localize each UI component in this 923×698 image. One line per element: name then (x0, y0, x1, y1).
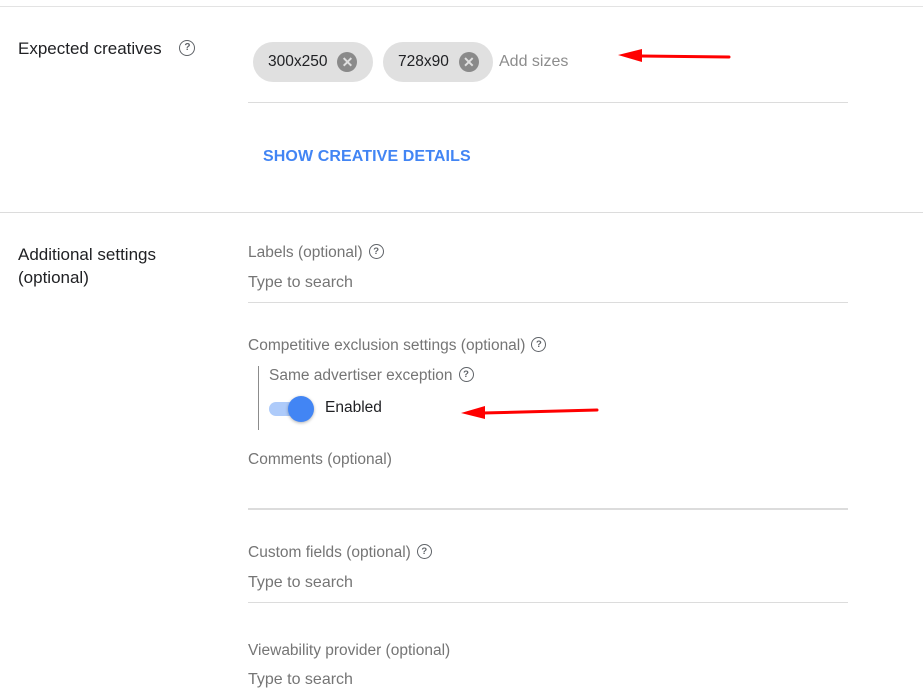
nested-indent-bar (258, 366, 259, 430)
toggle-state-label: Enabled (325, 399, 382, 416)
labels-underline (248, 302, 848, 303)
sizes-input-underline (248, 102, 848, 103)
cancel-icon[interactable]: ✕ (337, 52, 358, 72)
comments-textarea[interactable] (248, 478, 848, 506)
competitive-exclusion-label: Competitive exclusion settings (optional… (248, 336, 547, 356)
same-advertiser-exception-toggle[interactable] (268, 395, 316, 422)
help-circle-icon[interactable]: ? (531, 336, 547, 352)
labels-field-label: Labels (optional)? (248, 243, 384, 263)
size-chip: 728x90 ✕ (383, 42, 493, 82)
additional-settings-title: Additional settings (optional) (18, 245, 156, 287)
annotation-arrow (461, 406, 599, 419)
toggle-thumb[interactable] (288, 396, 314, 422)
cancel-icon[interactable]: ✕ (458, 52, 479, 72)
add-sizes-input[interactable] (499, 50, 839, 74)
help-circle-icon[interactable]: ? (458, 366, 474, 382)
comments-underline (248, 508, 848, 510)
custom-fields-label: Custom fields (optional)? (248, 543, 432, 563)
expected-creatives-title: Expected creatives ? (18, 37, 196, 60)
comments-label: Comments (optional) (248, 451, 392, 468)
labels-search-input[interactable] (248, 272, 848, 294)
viewability-provider-search-input[interactable] (248, 669, 848, 691)
custom-fields-search-input[interactable] (248, 572, 848, 594)
viewability-provider-label: Viewability provider (optional) (248, 642, 451, 659)
chip-label: 300x250 (268, 53, 328, 70)
top-divider (0, 6, 923, 7)
help-circle-icon[interactable]: ? (416, 543, 432, 559)
size-chip: 300x250 ✕ (253, 42, 373, 82)
help-circle-icon[interactable]: ? (368, 243, 384, 259)
custom-fields-underline (248, 602, 848, 603)
section-divider (0, 212, 923, 213)
same-advertiser-exception-label: Same advertiser exception? (269, 366, 474, 386)
help-circle-icon[interactable]: ? (179, 39, 196, 56)
show-creative-details-button[interactable]: SHOW CREATIVE DETAILS (263, 148, 471, 166)
chip-label: 728x90 (398, 53, 449, 70)
